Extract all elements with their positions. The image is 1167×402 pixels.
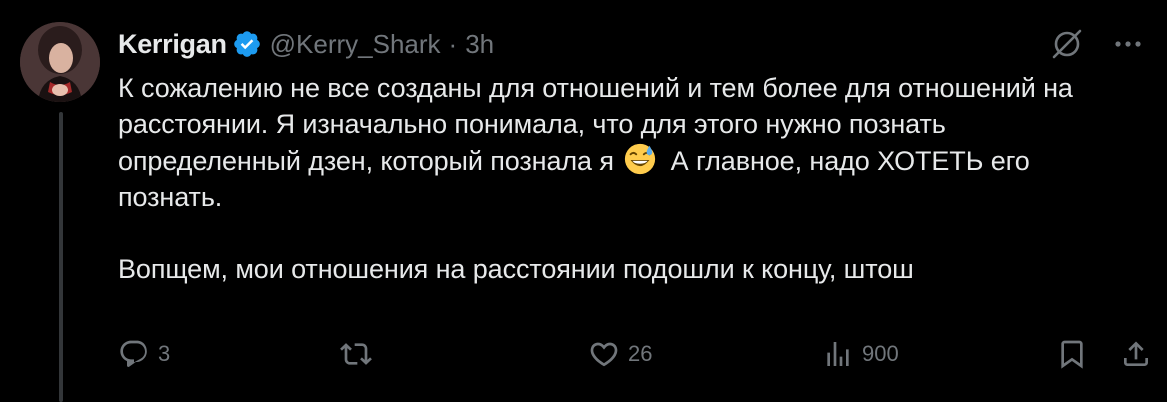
reply-icon bbox=[120, 340, 147, 367]
bookmark-icon bbox=[1061, 340, 1083, 369]
tweet-header: Kerrigan @Kerry_Shark · 3h bbox=[118, 26, 494, 62]
tweet-actions: 3 26 900 bbox=[118, 336, 1148, 372]
reply-button[interactable]: 3 bbox=[118, 336, 170, 372]
tweet-top-actions bbox=[1049, 26, 1145, 62]
views-icon bbox=[827, 342, 849, 366]
like-button[interactable]: 26 bbox=[588, 336, 652, 372]
avatar-image bbox=[20, 22, 100, 102]
tweet-paragraph-2: Вопщем, мои отношения на расстоянии подо… bbox=[118, 254, 914, 284]
grinning-face-with-sweat-icon bbox=[625, 143, 656, 175]
tweet[interactable]: Kerrigan @Kerry_Shark · 3h К сожалению н… bbox=[0, 0, 1167, 402]
retweet-button[interactable] bbox=[340, 336, 380, 372]
avatar[interactable] bbox=[20, 22, 100, 102]
bookmark-button[interactable] bbox=[1056, 336, 1088, 372]
retweet-icon bbox=[340, 343, 372, 365]
verified-badge-icon[interactable] bbox=[232, 29, 262, 59]
tweet-paragraph-1: К сожалению не все созданы для отношений… bbox=[118, 70, 1118, 215]
display-name[interactable]: Kerrigan bbox=[118, 29, 227, 60]
handle[interactable]: @Kerry_Shark bbox=[270, 29, 441, 60]
reply-count: 3 bbox=[158, 341, 171, 366]
tweet-text: К сожалению не все созданы для отношений… bbox=[118, 70, 1118, 287]
like-count: 26 bbox=[628, 341, 653, 366]
timestamp[interactable]: 3h bbox=[465, 29, 494, 60]
share-button[interactable] bbox=[1120, 336, 1152, 372]
separator-dot: · bbox=[448, 28, 458, 59]
grok-icon[interactable] bbox=[1049, 26, 1085, 62]
share-icon bbox=[1124, 341, 1148, 366]
thread-line bbox=[59, 112, 63, 402]
more-icon[interactable] bbox=[1111, 27, 1145, 61]
views-count: 900 bbox=[862, 341, 899, 366]
views-button[interactable]: 900 bbox=[822, 336, 899, 372]
like-icon bbox=[590, 342, 618, 367]
